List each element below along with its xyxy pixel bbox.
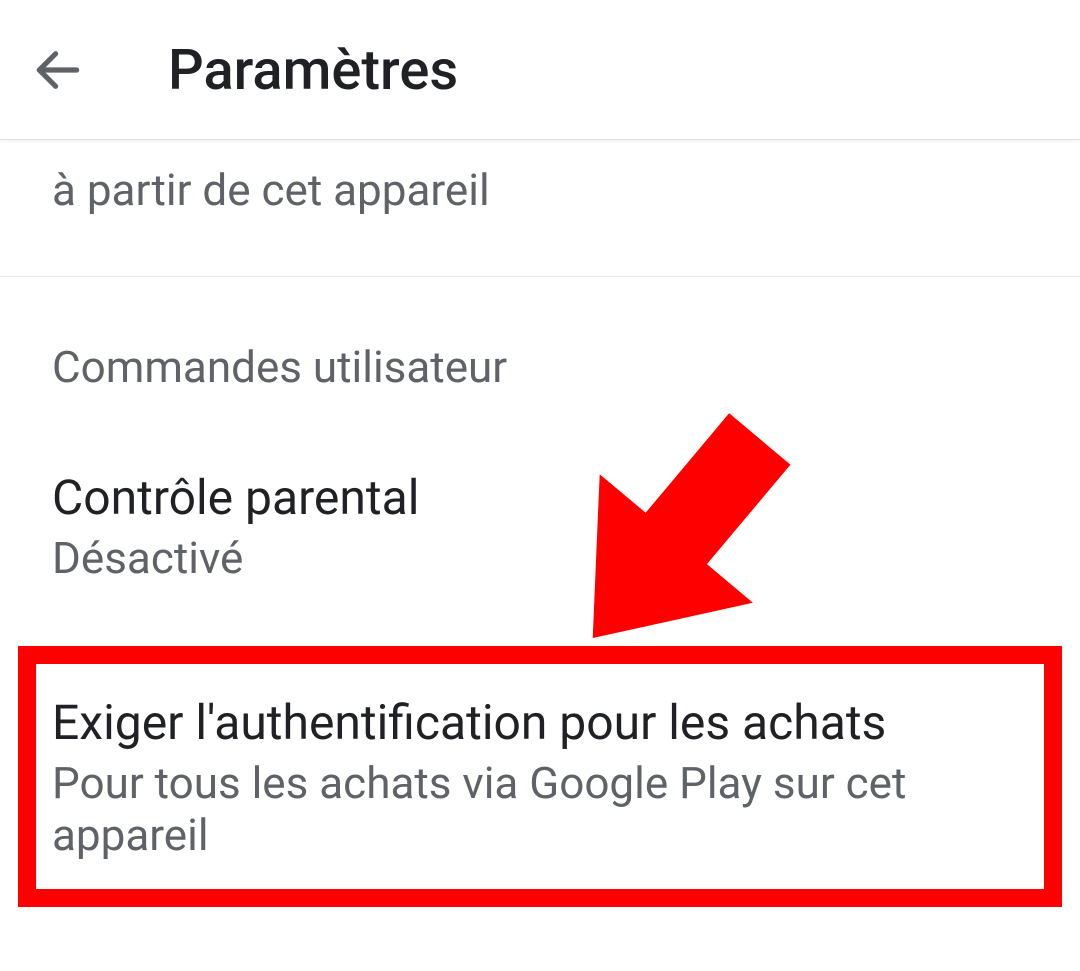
truncated-setting-subtitle: à partir de cet appareil — [0, 140, 1080, 277]
setting-title: Contrôle parental — [52, 469, 1028, 526]
section-header: Commandes utilisateur — [52, 341, 1028, 393]
setting-subtitle: Pour tous les achats via Google Play sur… — [52, 757, 1028, 861]
content-area: à partir de cet appareil Commandes utili… — [0, 140, 1080, 907]
back-arrow-icon — [30, 42, 86, 98]
authentication-setting-highlighted[interactable]: Exiger l'authentification pour les achat… — [18, 646, 1062, 907]
app-header: Paramètres — [0, 0, 1080, 140]
page-title: Paramètres — [168, 37, 458, 103]
back-button[interactable] — [30, 42, 86, 98]
setting-title: Exiger l'authentification pour les achat… — [52, 694, 1028, 751]
